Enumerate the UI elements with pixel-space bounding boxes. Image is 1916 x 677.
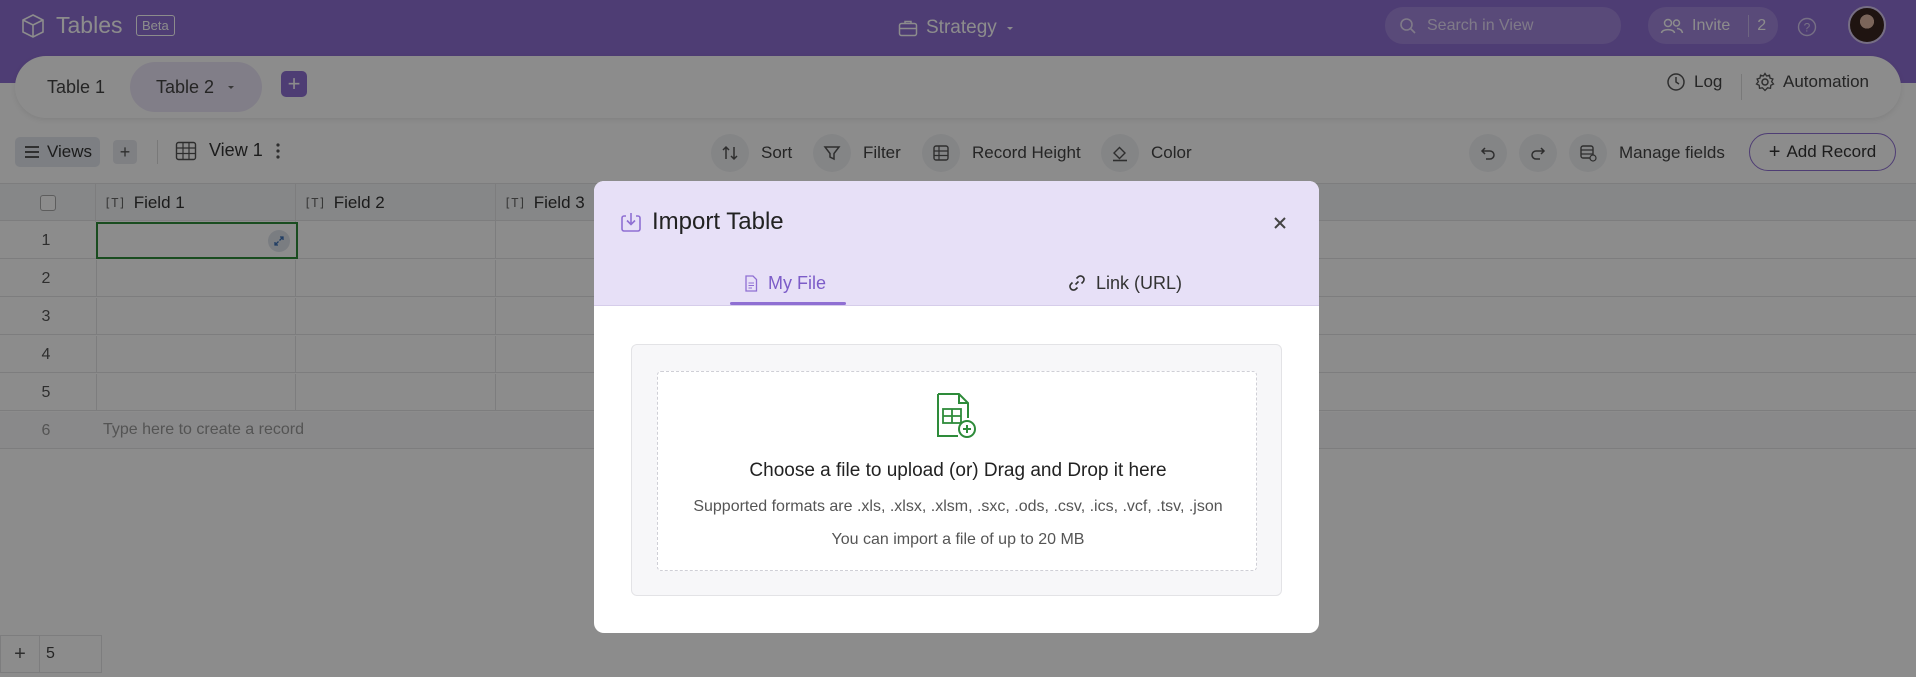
modal-title-text: Import Table — [652, 208, 784, 235]
file-size-limit-text: You can import a file of up to 20 MB — [831, 531, 1085, 548]
link-icon — [1069, 275, 1085, 291]
supported-formats-text: Supported formats are .xls, .xlsx, .xlsm… — [693, 498, 1223, 515]
upload-area: Choose a file to upload (or) Drag and Dr… — [631, 344, 1282, 596]
tab-link-url-label: Link (URL) — [1096, 272, 1183, 293]
drop-instructions: Choose a file to upload (or) Drag and Dr… — [749, 460, 1167, 481]
file-icon — [745, 274, 758, 292]
drop-zone[interactable]: Choose a file to upload (or) Drag and Dr… — [657, 371, 1257, 571]
tab-my-file-label: My File — [768, 272, 826, 293]
import-table-modal: Import Table My File Link (URL) Choose a… — [594, 181, 1319, 633]
close-button[interactable] — [1268, 211, 1292, 235]
modal-header: Import Table My File Link (URL) — [594, 181, 1319, 306]
close-icon — [1274, 217, 1286, 229]
active-tab-indicator — [730, 302, 846, 305]
import-icon — [621, 213, 641, 232]
modal-title: Import Table — [620, 208, 784, 236]
spreadsheet-add-icon — [937, 393, 976, 438]
tab-link-url[interactable]: Link (URL) — [1068, 268, 1182, 298]
tab-my-file[interactable]: My File — [744, 268, 826, 298]
